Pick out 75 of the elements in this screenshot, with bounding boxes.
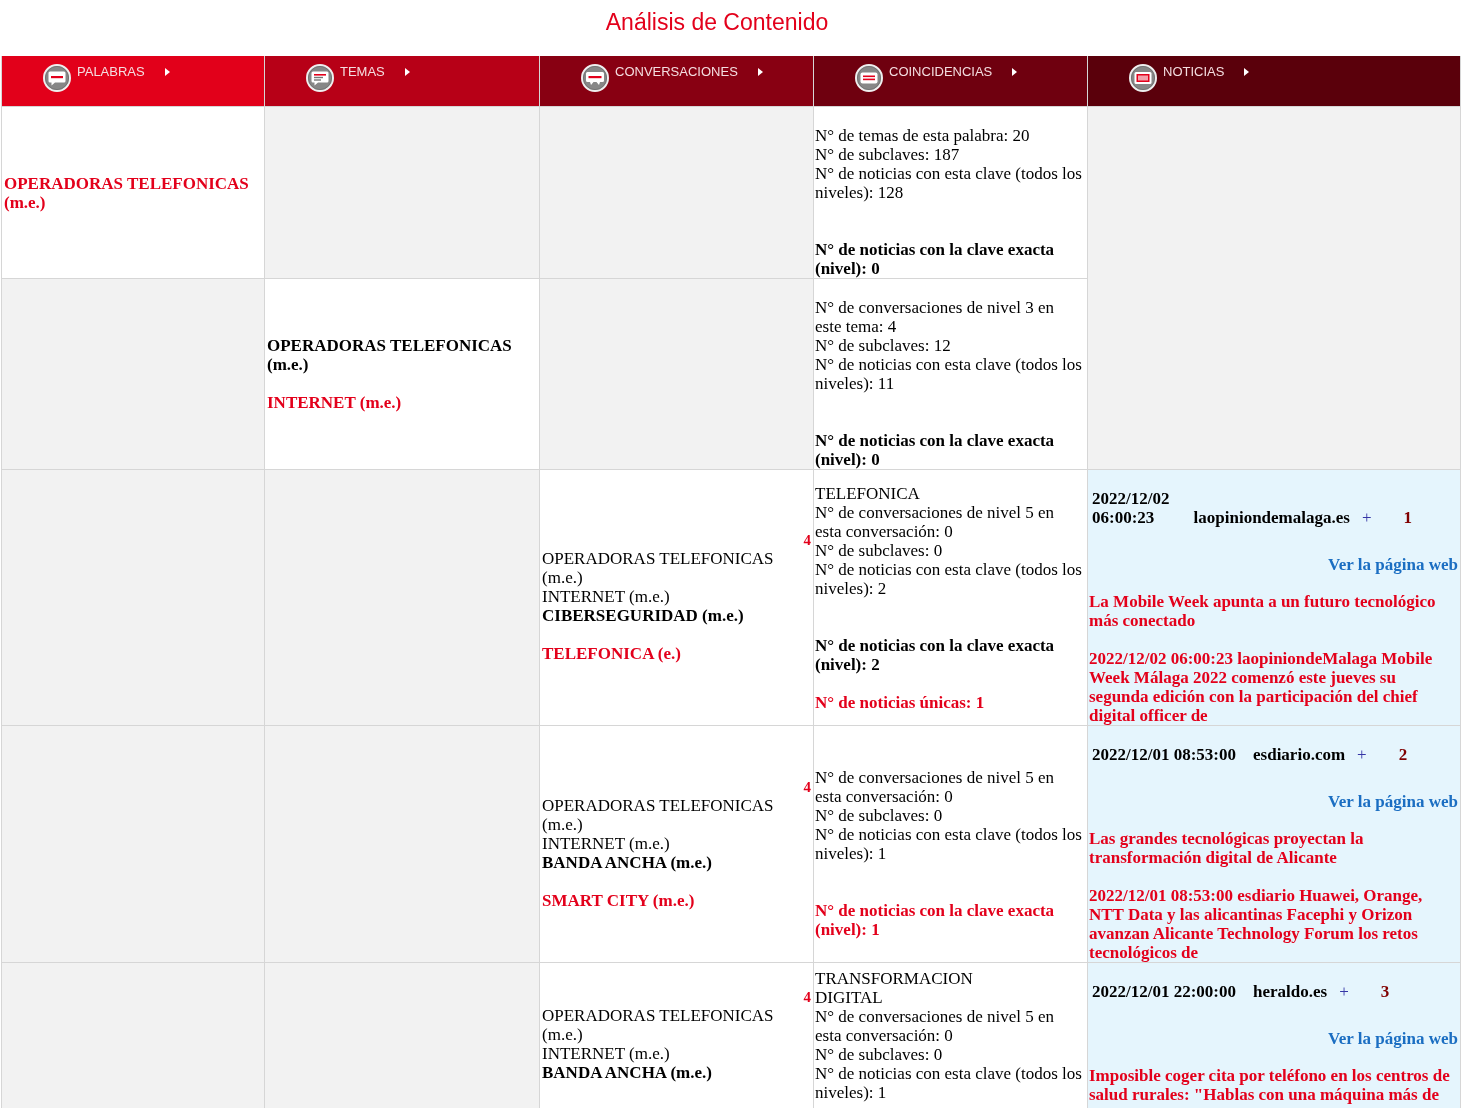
column-header[interactable]: TEMAS [265, 56, 539, 106]
news-index: 1 [1403, 508, 1412, 527]
caret-icon [404, 68, 410, 76]
news-summary: 2022/12/01 08:53:00 esdiario Huawei, Orange, NTT Data y las alicantinas Facephi y Orizon avanzan Alicante Technology Forum los retos tecnológicos de [1089, 886, 1424, 962]
screen-icon [1129, 64, 1157, 92]
plus-button[interactable]: + [1339, 982, 1349, 1001]
unique-count: N° de noticias únicas: 1 [815, 692, 986, 712]
news-summary: 2022/12/02 06:00:23 laopiniondeMalaga Mobile Week Málaga 2022 comenzó este jueves su segunda edición con la participación del chief digital officer de [1089, 649, 1434, 725]
news-index: 2 [1398, 745, 1408, 764]
stat-line: N° de temas de esta palabra: 20 [815, 126, 1031, 145]
news-source: heraldo.es [1253, 982, 1328, 1001]
caret-icon [1244, 68, 1250, 76]
stat-line: N° de subclaves: 12 [815, 336, 952, 355]
news-index: 3 [1380, 982, 1390, 1001]
caret-icon [164, 68, 170, 76]
parent-keyword: OPERADORAS TELEFONICAS (m.e.) [542, 795, 775, 834]
parent-keyword: INTERNET (m.e.) [542, 587, 671, 606]
stat-heading: TRANSFORMACION DIGITAL [815, 969, 973, 1007]
stat-line: N° de noticias con esta clave (todos los niveles): 1 [815, 825, 1083, 863]
parent-keyword: OPERADORAS TELEFONICAS (m.e.) [542, 1006, 775, 1044]
matched-keyword: INTERNET (m.e.) [267, 393, 403, 412]
column-header[interactable]: COINCIDENCIAS [814, 56, 1087, 106]
stat-line: N° de noticias con esta clave (todos los niveles): 2 [815, 559, 1083, 598]
parent-keyword: OPERADORAS TELEFONICAS (m.e.) [542, 549, 775, 587]
web-link[interactable]: Ver la página web [1328, 1029, 1458, 1048]
news-headline: Las grandes tecnológicas proyectan la transformación digital de Alicante [1089, 829, 1365, 867]
news-date: 2022/12/01 22:00:00 [1092, 982, 1237, 1001]
news-source: laopiniondemalaga.es [1193, 508, 1350, 527]
column-header[interactable]: CONVERSACIONES [540, 56, 813, 106]
stat-line: N° de subclaves: 187 [815, 145, 961, 164]
stat-line: N° de noticias con esta clave (todos los niveles): 1 [815, 1064, 1083, 1102]
stat-line: N° de subclaves: 0 [815, 1045, 944, 1064]
news-date: 2022/12/02 06:00:23 [1092, 489, 1171, 527]
column-header[interactable]: NOTICIAS [1088, 56, 1460, 106]
web-link[interactable]: Ver la página web [1328, 792, 1458, 811]
parent-keyword: INTERNET (m.e.) [542, 833, 671, 853]
stat-line: N° de noticias con esta clave (todos los niveles): 128 [815, 164, 1083, 202]
exact-count: N° de noticias con la clave exacta (nivel): 0 [815, 431, 1056, 469]
speech-bubble-icon [43, 64, 71, 92]
exact-count: N° de noticias con la clave exacta (nivel): 1 [815, 901, 1056, 939]
news-headline: Imposible coger cita por teléfono en los centros de salud rurales: "Hablas con una máquina más de [1089, 1066, 1451, 1104]
speech-bubble-icon [581, 64, 609, 92]
current-keyword: BANDA ANCHA (m.e.) [542, 1063, 713, 1082]
news-headline: La Mobile Week apunta a un futuro tecnológico más conectado [1089, 592, 1437, 630]
exact-count: N° de noticias con la clave exacta (nivel): 0 [815, 240, 1056, 278]
current-keyword: OPERADORAS TELEFONICAS (m.e.) [267, 336, 513, 374]
news-date: 2022/12/01 08:53:00 [1092, 745, 1237, 764]
matched-keyword: SMART CITY (m.e.) [542, 890, 696, 910]
card-icon [855, 64, 883, 92]
matched-keyword: OPERADORAS TELEFONICAS (m.e.) [4, 173, 250, 212]
matched-keyword: TELEFONICA (e.) [542, 644, 682, 663]
stat-line: N° de conversaciones de nivel 5 en esta conversación: 0 [815, 1007, 1056, 1045]
stat-line: N° de subclaves: 0 [815, 806, 944, 825]
level-number: 4 [803, 778, 811, 796]
page-title: Análisis de Contenido [605, 9, 829, 37]
level-number: 4 [803, 989, 811, 1006]
stat-line: N° de conversaciones de nivel 5 en esta conversación: 0 [815, 768, 1056, 806]
stat-heading: TELEFONICA [815, 483, 920, 503]
stat-line: N° de noticias con esta clave (todos los niveles): 11 [815, 355, 1083, 393]
current-keyword: CIBERSEGURIDAD (m.e.) [542, 606, 745, 625]
news-source: esdiario.com [1253, 745, 1346, 764]
speech-bubble-icon [306, 64, 334, 92]
current-keyword: BANDA ANCHA (m.e.) [542, 852, 713, 872]
stat-line: N° de conversaciones de nivel 5 en esta conversación: 0 [815, 502, 1056, 541]
plus-button[interactable]: + [1357, 745, 1367, 764]
level-number: 4 [803, 532, 811, 549]
web-link[interactable]: Ver la página web [1328, 555, 1458, 574]
parent-keyword: INTERNET (m.e.) [542, 1044, 671, 1063]
stat-line: N° de subclaves: 0 [815, 540, 944, 560]
caret-icon [757, 68, 763, 76]
column-header[interactable]: PALABRAS [2, 56, 264, 106]
stat-line: N° de conversaciones de nivel 3 en este tema: 4 [815, 298, 1056, 336]
exact-count: N° de noticias con la clave exacta (nivel): 2 [815, 635, 1056, 674]
plus-button[interactable]: + [1361, 508, 1372, 527]
caret-icon [1012, 68, 1018, 76]
